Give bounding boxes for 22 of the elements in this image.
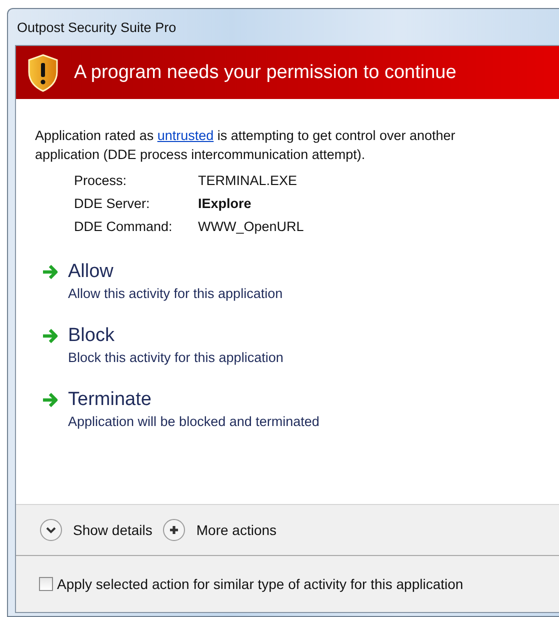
- detail-label: DDE Server:: [74, 196, 151, 211]
- message-text: Application rated as untrusted is attempting to get control over another application (DDE process intercommunication attempt).: [35, 127, 456, 164]
- arrow-right-icon: [42, 328, 60, 344]
- shield-warning-icon: [27, 54, 59, 92]
- banner-title: A program needs your permission to continue: [74, 62, 456, 84]
- detail-value: IExplore: [198, 196, 252, 211]
- checkbox-icon[interactable]: [39, 577, 53, 591]
- action-option[interactable]: Allow Allow this activity for this application: [42, 261, 559, 301]
- action-option[interactable]: Block Block this activity for this application: [42, 325, 559, 365]
- arrow-right-icon: [42, 392, 60, 408]
- footer-button[interactable]: More actions: [162, 518, 277, 542]
- plus-icon: [162, 518, 186, 542]
- footer-button[interactable]: Show details: [39, 518, 152, 542]
- detail-value: TERMINAL.EXE: [198, 173, 298, 188]
- detail-value: WWW_OpenURL: [198, 219, 304, 234]
- arrow-right-icon: [42, 264, 60, 280]
- detail-label: DDE Command:: [74, 219, 174, 234]
- window-title: Outpost Security Suite Pro: [16, 18, 178, 37]
- detail-label: Process:: [74, 173, 128, 188]
- chevron-down-icon: [39, 518, 63, 542]
- untrusted-link[interactable]: untrusted: [157, 128, 214, 143]
- action-option[interactable]: Terminate Application will be blocked and terminated: [42, 389, 559, 429]
